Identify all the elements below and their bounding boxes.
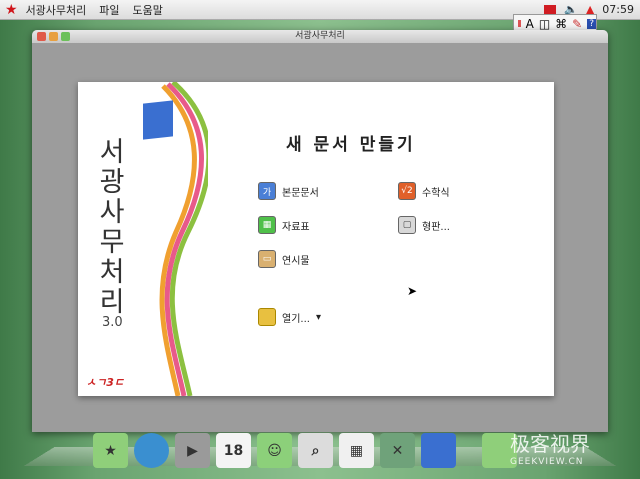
app-window: 서광사무처리 서광사무처리 3.0 ㅅㄱ3ㄷ 새 문서 만들기 가 본문문서 √… xyxy=(32,30,608,432)
help-icon[interactable]: ? xyxy=(587,18,596,29)
menu-file[interactable]: 파일 xyxy=(99,2,119,18)
tool-icon[interactable]: ✎ xyxy=(572,17,582,31)
item-label: 형판... xyxy=(422,221,450,233)
dock: ★ ▶ 18 ☺ ⌕ ▦ ✕ xyxy=(85,420,565,468)
clock[interactable]: 07:59 xyxy=(602,3,634,16)
item-label: 수학식 xyxy=(422,187,450,199)
drag-handle-icon[interactable] xyxy=(518,20,521,27)
star-menu-icon[interactable]: ★ xyxy=(5,2,18,18)
version: 3.0 xyxy=(102,315,123,330)
new-math-formula[interactable]: √2 수학식 xyxy=(398,182,450,200)
dock-video-icon[interactable]: ▶ xyxy=(175,433,210,468)
panel-icon[interactable]: ◫ xyxy=(539,17,550,31)
company-logo: ㅅㄱ3ㄷ xyxy=(86,376,125,389)
open-label: 열기... xyxy=(282,313,310,325)
brand-name: 서광사무처리 xyxy=(99,137,125,318)
title-bar[interactable]: 서광사무처리 xyxy=(32,30,608,43)
brand-panel: 서광사무처리 3.0 ㅅㄱ3ㄷ xyxy=(78,82,208,396)
table-icon: ▦ xyxy=(258,216,276,234)
new-presentation[interactable]: ▭ 연시물 xyxy=(258,250,310,268)
dialog-heading: 새 문서 만들기 xyxy=(286,135,416,155)
dropdown-arrow-icon[interactable]: ▾ xyxy=(316,312,321,323)
open-folder-icon xyxy=(258,308,276,326)
flag-icon[interactable] xyxy=(544,5,557,14)
menu-help[interactable]: 도움말 xyxy=(133,2,163,18)
dock-browser-icon[interactable] xyxy=(134,433,169,468)
math-icon: √2 xyxy=(398,182,416,200)
dock-calculator-icon[interactable]: ▦ xyxy=(339,433,374,468)
mouse-cursor-icon: ➤ xyxy=(407,284,418,298)
new-document-dialog: 서광사무처리 3.0 ㅅㄱ3ㄷ 새 문서 만들기 가 본문문서 √2 수학식 ▦… xyxy=(78,82,554,396)
minimize-button[interactable] xyxy=(49,32,58,41)
office-logo-icon xyxy=(143,100,173,140)
item-label: 본문문서 xyxy=(282,187,319,199)
new-spreadsheet[interactable]: ▦ 자료표 xyxy=(258,216,310,234)
ime-letter[interactable]: A xyxy=(526,17,534,31)
close-button[interactable] xyxy=(37,32,46,41)
maximize-button[interactable] xyxy=(61,32,70,41)
dock-calendar-icon[interactable]: 18 xyxy=(216,433,251,468)
dock-search-icon[interactable]: ⌕ xyxy=(298,433,333,468)
menu-app[interactable]: 서광사무처리 xyxy=(26,2,87,18)
dock-contacts-icon[interactable]: ☺ xyxy=(257,433,292,468)
presentation-icon: ▭ xyxy=(258,250,276,268)
item-label: 자료표 xyxy=(282,221,310,233)
text-doc-icon: 가 xyxy=(258,182,276,200)
keyboard-icon[interactable]: ⌘ xyxy=(555,17,567,31)
template-icon: ▢ xyxy=(398,216,416,234)
dock-settings-icon[interactable]: ✕ xyxy=(380,433,415,468)
open-button[interactable]: 열기... ▾ xyxy=(258,308,321,326)
item-label: 연시물 xyxy=(282,255,310,267)
dock-office-icon[interactable] xyxy=(421,433,456,468)
new-text-document[interactable]: 가 본문문서 xyxy=(258,182,319,200)
dock-files-icon[interactable]: ★ xyxy=(93,433,128,468)
watermark: 极客视界 GEEKVIEW.CN xyxy=(510,432,590,467)
window-title: 서광사무처리 xyxy=(295,31,345,41)
new-from-template[interactable]: ▢ 형판... xyxy=(398,216,450,234)
